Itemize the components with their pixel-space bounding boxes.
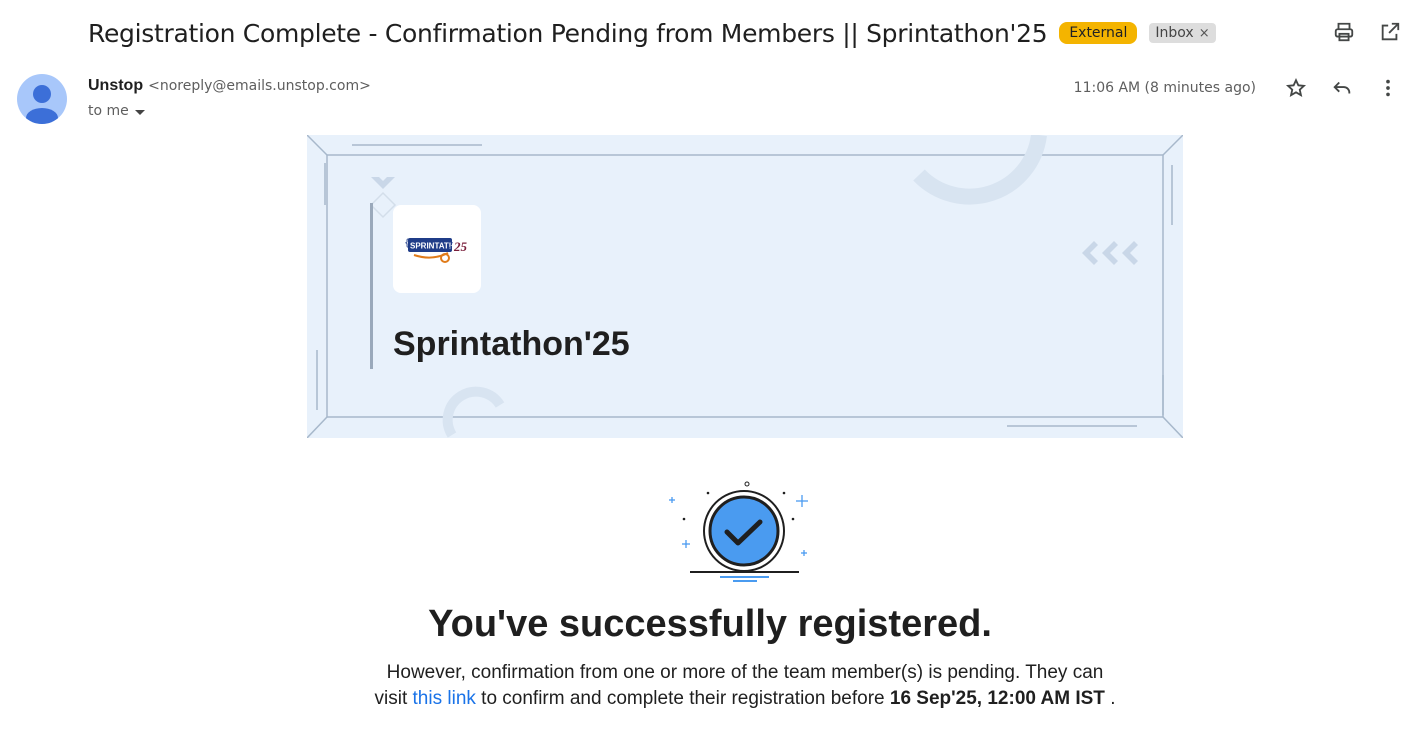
email-subject: Registration Complete - Confirmation Pen… [88, 18, 1048, 48]
confirmation-description: However, confirmation from one or more o… [370, 660, 1120, 712]
more-vert-icon[interactable] [1376, 76, 1400, 100]
inbox-label-chip: Inbox × [1149, 23, 1216, 43]
subject-row: Registration Complete - Confirmation Pen… [88, 14, 1216, 52]
avatar[interactable] [17, 74, 67, 124]
person-icon [26, 85, 58, 124]
logo-suffix: 25 [453, 239, 468, 254]
timestamp: 11:06 AM (8 minutes ago) [1073, 80, 1256, 96]
reply-icon[interactable] [1330, 76, 1354, 100]
desc-end: . [1110, 688, 1116, 709]
top-actions [1332, 20, 1402, 44]
sender-email: <noreply@emails.unstop.com> [148, 78, 371, 94]
banner-accent-bar [370, 203, 373, 369]
event-logo: SPRINTATHON 25 { } [393, 205, 481, 293]
confirmation-link[interactable]: this link [413, 688, 476, 709]
deadline-text: 16 Sep'25, 12:00 AM IST [889, 688, 1105, 709]
sender-row: Unstop <noreply@emails.unstop.com> [88, 77, 371, 95]
desc-text-2: to confirm and complete their registrati… [481, 688, 885, 709]
open-in-new-window-icon[interactable] [1378, 20, 1402, 44]
chevron-down-icon [134, 109, 145, 115]
external-label-chip: External [1059, 22, 1138, 44]
remove-label-icon[interactable]: × [1199, 26, 1210, 41]
svg-text:{: { [404, 238, 410, 249]
inbox-label-text: Inbox [1155, 25, 1194, 41]
star-icon[interactable] [1284, 76, 1308, 100]
recipient-text: to me [88, 103, 129, 119]
svg-text:}: } [448, 238, 454, 249]
sender-name[interactable]: Unstop [88, 77, 143, 95]
success-check-icon [669, 481, 808, 582]
event-banner: SPRINTATHON 25 { } Sprintathon'25 [307, 135, 1183, 438]
sprintathon-logo-icon: SPRINTATHON 25 { } [404, 238, 468, 263]
recipient-dropdown[interactable]: to me [88, 103, 145, 119]
success-headline: You've successfully registered. [428, 603, 992, 645]
event-name: Sprintathon'25 [393, 325, 630, 363]
message-actions: 11:06 AM (8 minutes ago) [1074, 76, 1400, 100]
print-icon[interactable] [1332, 20, 1356, 44]
